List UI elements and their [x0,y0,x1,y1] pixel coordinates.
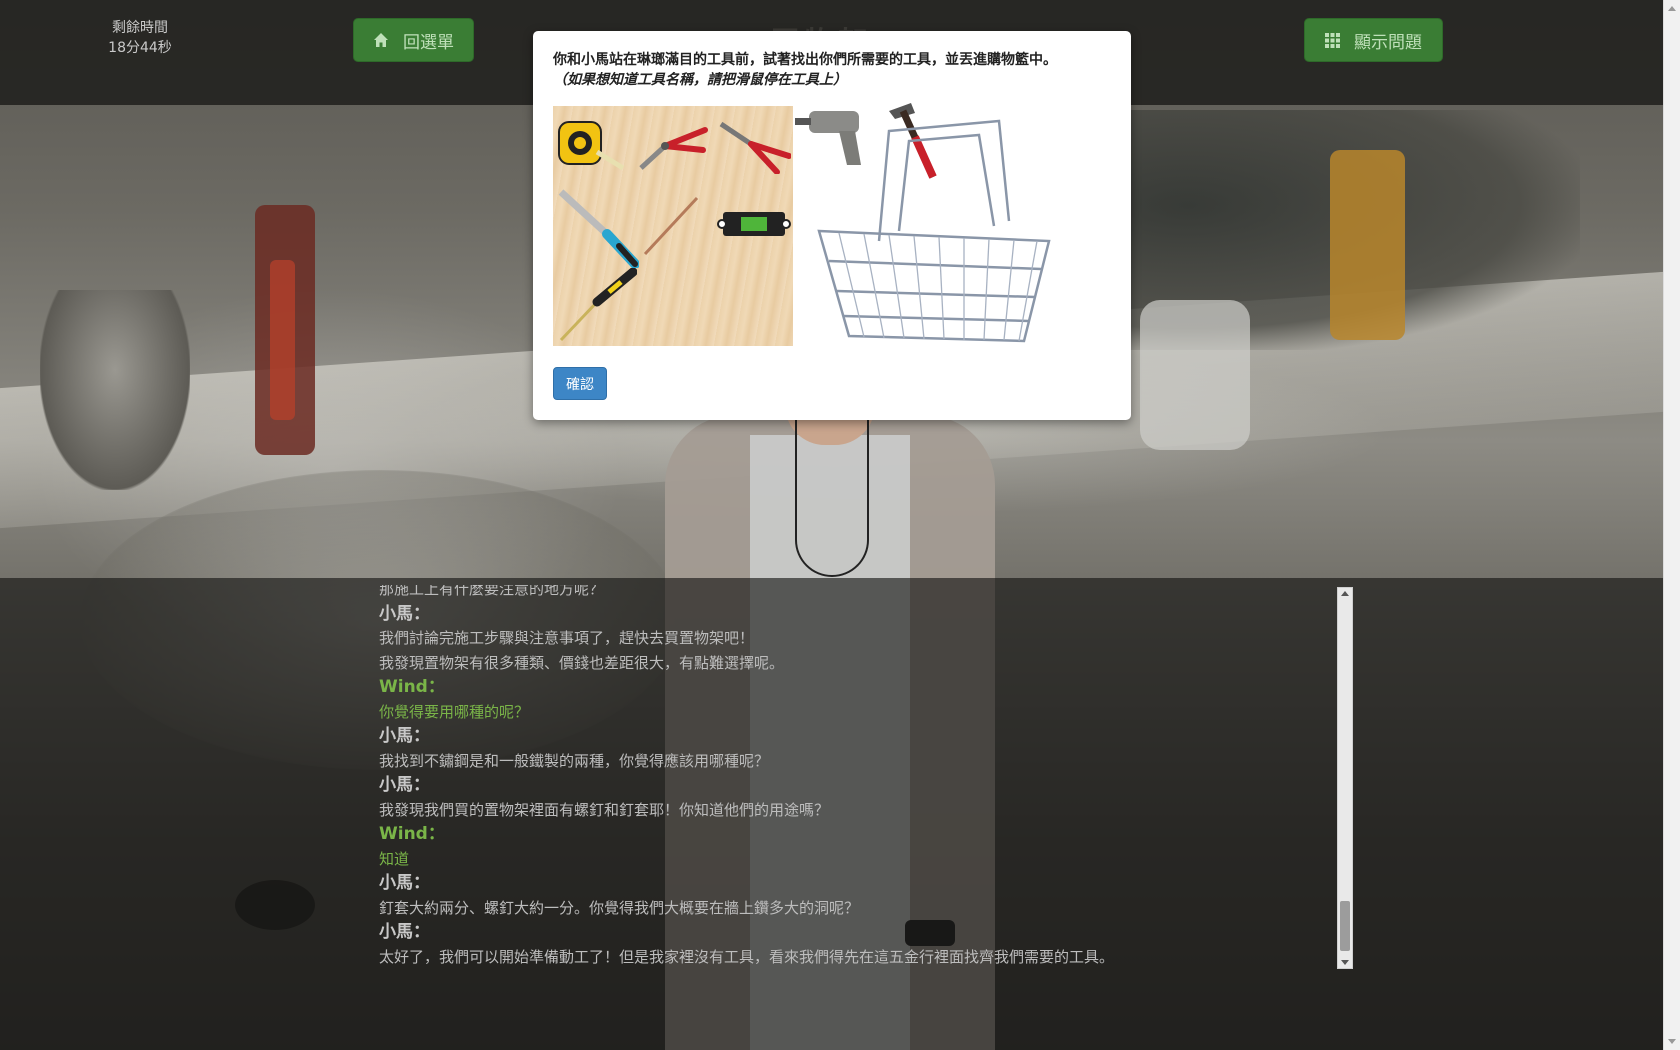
measuring-tape-icon[interactable] [557,118,625,170]
pliers-icon[interactable] [637,122,709,174]
spirit-level-icon[interactable] [717,208,791,240]
tin-snips-icon[interactable] [717,118,791,174]
yellow-bottle [1330,150,1405,340]
dialogue-message: 我找到不鏽鋼是和一般鐵製的兩種，你覺得應該用哪種呢？ [379,751,770,770]
back-to-menu-label: 回選單 [403,32,454,53]
dialogue-speaker: Wind： [379,677,445,697]
hand-saw-icon[interactable] [557,188,639,268]
dialogue-message: 釘套大約兩分、螺釘大約一分。你覺得我們大概要在牆上鑽多大的洞呢？ [379,898,860,917]
remaining-time: 剩餘時間 18分44秒 [95,18,185,58]
dialogue-speaker: 小馬： [379,775,430,795]
shopping-basket-icon[interactable] [809,111,1069,351]
grid-icon [1325,32,1340,48]
red-bottle-label [270,260,295,420]
scroll-thumb[interactable] [1340,901,1350,951]
dialogue-message: 我發現置物架有很多種類、價錢也差距很大，有點難選擇呢。 [379,653,785,672]
scroll-down-arrow-icon[interactable] [1341,960,1349,965]
dialogue-speaker: 小馬： [379,726,430,746]
drill-bit-icon[interactable] [641,194,701,258]
confirm-button[interactable]: 確認 [553,367,607,400]
show-questions-label: 顯示問題 [1354,32,1422,53]
dialogue-message: 太好了，我們可以開始準備動工了！但是我家裡沒有工具，看來我們得先在這五金行裡面找… [379,947,1115,966]
show-questions-button[interactable]: 顯示問題 [1304,18,1443,62]
basket-area [795,99,1095,359]
remaining-time-value: 18分44秒 [108,40,172,56]
remaining-time-label: 剩餘時間 [112,20,168,36]
dialogue-lines: 那施工上有什麼要注意的地方呢？ 小馬： 我們討論完施工步驟與注意事項了，趕快去買置物… [379,585,1329,969]
dialogue-message: 知道 [379,849,410,868]
page-scroll-up-icon[interactable] [1668,6,1676,11]
dialogue-message: 你覺得要用哪種的呢？ [379,702,530,721]
modal-hint: （如果想知道工具名稱，請把滑鼠停在工具上） [553,72,847,88]
screwdriver-icon[interactable] [557,268,637,344]
dialogue-speaker: Wind： [379,824,445,844]
tool-board [553,106,793,346]
dialogue-speaker: 小馬： [379,873,430,893]
back-to-menu-button[interactable]: 回選單 [353,18,474,62]
dialogue-scrollbar[interactable] [1337,587,1353,969]
page-scrollbar[interactable] [1663,0,1680,1050]
white-jar [1140,300,1250,450]
modal-instruction: 你和小馬站在琳瑯滿目的工具前，試著找出你們所需要的工具，並丟進購物籃中。 [553,52,1057,68]
dialogue-speaker: 小馬： [379,922,430,942]
dialogue-message: 我發現我們買的置物架裡面有螺釘和釘套耶！你知道他們的用途嗎？ [379,800,830,819]
character-necklace [795,405,869,577]
dialogue-log[interactable]: 那施工上有什麼要注意的地方呢？ 小馬： 我們討論完施工步驟與注意事項了，趕快去買置物… [378,585,1338,970]
page-scroll-down-icon[interactable] [1668,1039,1676,1044]
dialogue-message: 那施工上有什麼要注意的地方呢？ [379,585,605,598]
scroll-up-arrow-icon[interactable] [1341,591,1349,596]
tool-selection-modal: 你和小馬站在琳瑯滿目的工具前，試著找出你們所需要的工具，並丟進購物籃中。 （如果… [533,31,1131,420]
dialogue-speaker: 小馬： [379,603,430,624]
dialogue-message: 我們討論完施工步驟與注意事項了，趕快去買置物架吧！ [379,629,755,647]
home-icon [373,32,389,48]
faucet [40,290,190,490]
